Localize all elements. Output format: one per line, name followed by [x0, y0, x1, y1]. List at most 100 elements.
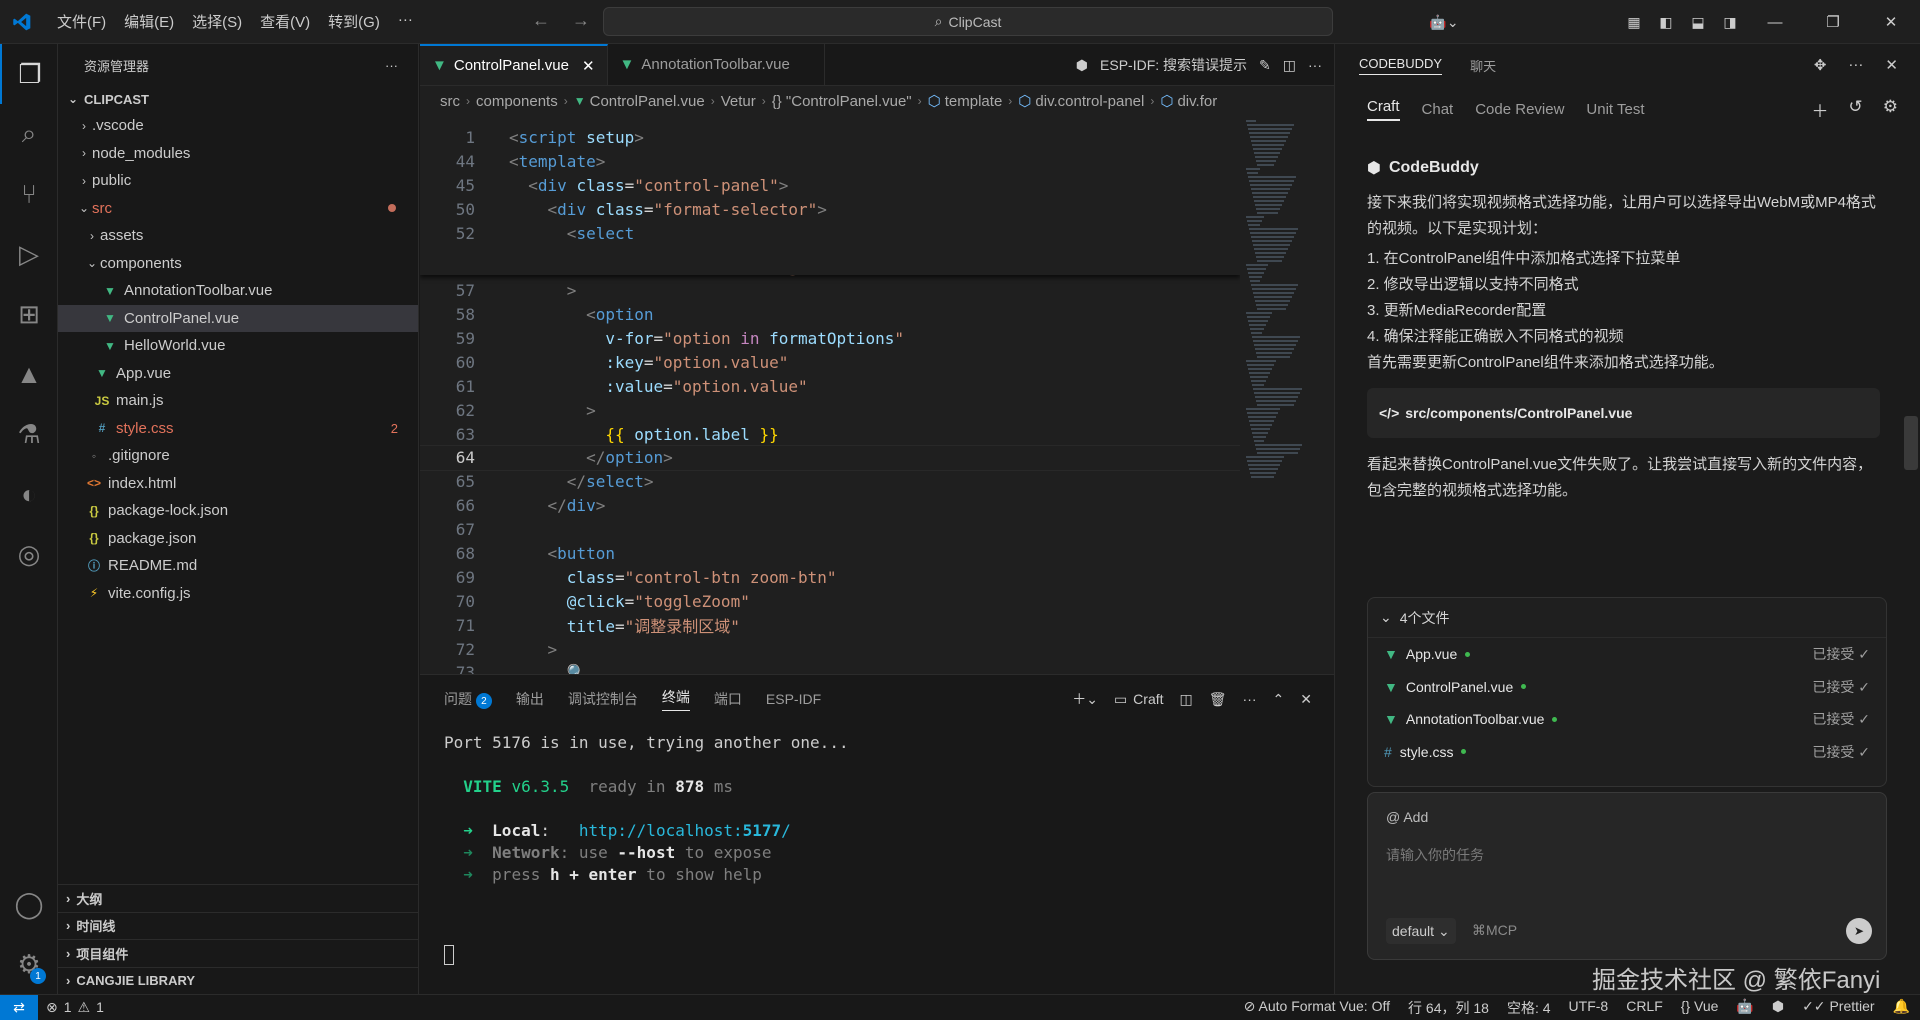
warnings-count[interactable]: 1 — [96, 999, 104, 1016]
indentation[interactable]: 空格: 4 — [1507, 998, 1551, 1018]
cursor-position[interactable]: 行 64，列 18 — [1408, 998, 1489, 1018]
tree-item[interactable]: ⚡ vite.config.js — [58, 580, 418, 608]
testing-icon[interactable]: ⚗ — [0, 404, 58, 464]
breadcrumb-item[interactable]: components — [476, 93, 558, 110]
search-icon[interactable]: ⌕ — [0, 104, 58, 164]
line-ending[interactable]: CRLF — [1626, 998, 1663, 1018]
changed-files-header[interactable]: ⌄ 4个文件 — [1368, 598, 1886, 638]
scrollbar[interactable] — [1904, 416, 1918, 470]
tab-output[interactable]: 输出 — [516, 689, 544, 709]
settings-icon[interactable]: ⚙ — [1883, 97, 1898, 122]
add-context-button[interactable]: @ Add — [1386, 809, 1428, 825]
tab-esp-idf[interactable]: ESP-IDF — [766, 691, 821, 707]
breadcrumb-item[interactable]: div.for — [1177, 93, 1217, 110]
restore-icon[interactable]: ❐ — [1804, 0, 1862, 44]
settings-icon[interactable]: ⚙ 1 — [0, 934, 58, 994]
changed-file-row[interactable]: ▼ ControlPanel.vue 已接受 ✓ — [1368, 671, 1886, 704]
tab-craft[interactable]: Craft — [1367, 98, 1400, 121]
esp-idf-status-icon[interactable]: ⬢ — [1772, 998, 1784, 1018]
more-actions-icon[interactable]: ··· — [1308, 57, 1322, 73]
menu-more[interactable]: ··· — [389, 11, 422, 32]
tree-item[interactable]: ▼ ControlPanel.vue — [58, 304, 418, 332]
move-icon[interactable]: ✥ — [1814, 56, 1827, 74]
send-icon[interactable]: ➤ — [1846, 918, 1872, 944]
tree-item[interactable]: › node_modules — [58, 140, 418, 168]
toggle-secondary-sidebar-icon[interactable]: ◨ — [1714, 0, 1746, 44]
tree-item[interactable]: {} package.json — [58, 525, 418, 553]
cangjie-library-section[interactable]: › CANGJIE LIBRARY — [58, 966, 419, 995]
toggle-panel-icon[interactable]: ⬓ — [1682, 0, 1714, 44]
tree-item[interactable]: › .vscode — [58, 112, 418, 140]
encoding[interactable]: UTF-8 — [1569, 998, 1609, 1018]
explorer-icon[interactable]: ❐ — [0, 44, 58, 104]
minimize-icon[interactable]: — — [1746, 0, 1804, 44]
craft-terminal-button[interactable]: Craft — [1133, 691, 1163, 707]
breadcrumb-item[interactable]: div.control-panel — [1035, 93, 1144, 110]
edge-icon[interactable]: ◐ — [0, 464, 58, 524]
account-icon[interactable]: ◯ — [0, 874, 58, 934]
close-icon[interactable]: ✕ — [1862, 0, 1920, 44]
tab-annotationtoolbar[interactable]: ▼ AnnotationToolbar.vue — [608, 44, 825, 85]
esp-idf-icon[interactable]: ◎ — [0, 524, 58, 584]
workspace-root[interactable]: ⌄ CLIPCAST — [58, 86, 418, 112]
extensions-icon[interactable]: ⊞ — [0, 284, 58, 344]
tree-item[interactable]: › public — [58, 167, 418, 195]
tab-code-review[interactable]: Code Review — [1475, 101, 1564, 118]
tree-item[interactable]: ⌄ src — [58, 195, 418, 223]
mcp-button[interactable]: ⌘MCP — [1472, 922, 1517, 939]
remote-icon[interactable]: ⇄ — [0, 994, 38, 1020]
tree-item[interactable]: ▼ App.vue — [58, 360, 418, 388]
command-center[interactable]: ⌕ ClipCast — [603, 7, 1333, 36]
more-actions-icon[interactable]: ··· — [1243, 691, 1257, 707]
back-arrow-icon[interactable]: ← — [532, 10, 550, 31]
tab-unit-test[interactable]: Unit Test — [1586, 101, 1644, 118]
forward-arrow-icon[interactable]: → — [572, 10, 590, 31]
breadcrumb-item[interactable]: src — [440, 93, 460, 110]
trash-icon[interactable]: 🗑 — [1209, 691, 1227, 708]
tree-item[interactable]: ⌄ components — [58, 250, 418, 278]
auto-format-status[interactable]: ⊘ Auto Format Vue: Off — [1244, 998, 1390, 1018]
menu-view[interactable]: 查看(V) — [251, 11, 319, 32]
new-terminal-icon[interactable]: ＋⌄ — [1072, 689, 1098, 709]
task-input-placeholder[interactable]: 请输入你的任务 — [1386, 845, 1484, 865]
menu-go[interactable]: 转到(G) — [319, 11, 389, 32]
tree-item[interactable]: › assets — [58, 222, 418, 250]
copilot-icon[interactable]: 🤖⌄ — [1420, 0, 1468, 44]
close-tab-icon[interactable]: ✕ — [582, 57, 595, 75]
more-actions-icon[interactable]: ··· — [385, 58, 398, 73]
prettier-status[interactable]: ✓✓ Prettier — [1802, 998, 1874, 1018]
new-chat-icon[interactable]: ＋ — [1812, 97, 1829, 122]
task-input-box[interactable]: @ Add 请输入你的任务 default ⌄ ⌘MCP ➤ — [1367, 792, 1887, 960]
tree-item[interactable]: JS main.js — [58, 387, 418, 415]
menu-file[interactable]: 文件(F) — [48, 11, 115, 32]
breadcrumb-item[interactable]: template — [945, 93, 1003, 110]
errors-count[interactable]: 1 — [64, 999, 72, 1016]
outline-section[interactable]: › 大纲 — [58, 884, 419, 912]
code-editor[interactable]: 1 <script setup> 44 <template> 45 <div class… — [420, 116, 1240, 674]
tree-item[interactable]: ⓘ README.md — [58, 552, 418, 580]
mode-select[interactable]: default ⌄ — [1386, 918, 1456, 944]
timeline-section[interactable]: › 时间线 — [58, 911, 419, 940]
tab-controlpanel[interactable]: ▼ ControlPanel.vue ✕ — [420, 44, 608, 85]
tree-item[interactable]: ◦ .gitignore — [58, 442, 418, 470]
changed-file-row[interactable]: ▼ AnnotationToolbar.vue 已接受 ✓ — [1368, 703, 1886, 736]
tree-item[interactable]: ▼ AnnotationToolbar.vue — [58, 277, 418, 305]
terminal-output[interactable]: Port 5176 is in use, trying another one.… — [420, 723, 1334, 897]
breadcrumb-item[interactable]: Vetur — [721, 93, 756, 110]
codebuddy-icon[interactable]: ▲ — [0, 344, 58, 404]
minimap[interactable] — [1240, 116, 1334, 674]
tab-ports[interactable]: 端口 — [714, 689, 742, 709]
customize-layout-icon[interactable]: ▦ — [1618, 0, 1650, 44]
edit-pencil-icon[interactable]: ✎ — [1259, 57, 1271, 74]
toggle-primary-sidebar-icon[interactable]: ◧ — [1650, 0, 1682, 44]
more-actions-icon[interactable]: ··· — [1848, 56, 1863, 74]
copilot-status-icon[interactable]: 🤖 — [1736, 998, 1753, 1018]
esp-idf-search-error-button[interactable]: ESP-IDF: 搜索错误提示 — [1100, 55, 1247, 75]
close-icon[interactable]: ✕ — [1885, 56, 1898, 74]
tree-item[interactable]: <> index.html — [58, 470, 418, 498]
tree-item[interactable]: ▼ HelloWorld.vue — [58, 332, 418, 360]
run-debug-icon[interactable]: ▷ — [0, 224, 58, 284]
notifications-icon[interactable]: 🔔 — [1893, 998, 1910, 1018]
tab-codebuddy[interactable]: CODEBUDDY — [1359, 56, 1443, 75]
breadcrumb-item[interactable]: ControlPanel.vue — [590, 93, 705, 110]
